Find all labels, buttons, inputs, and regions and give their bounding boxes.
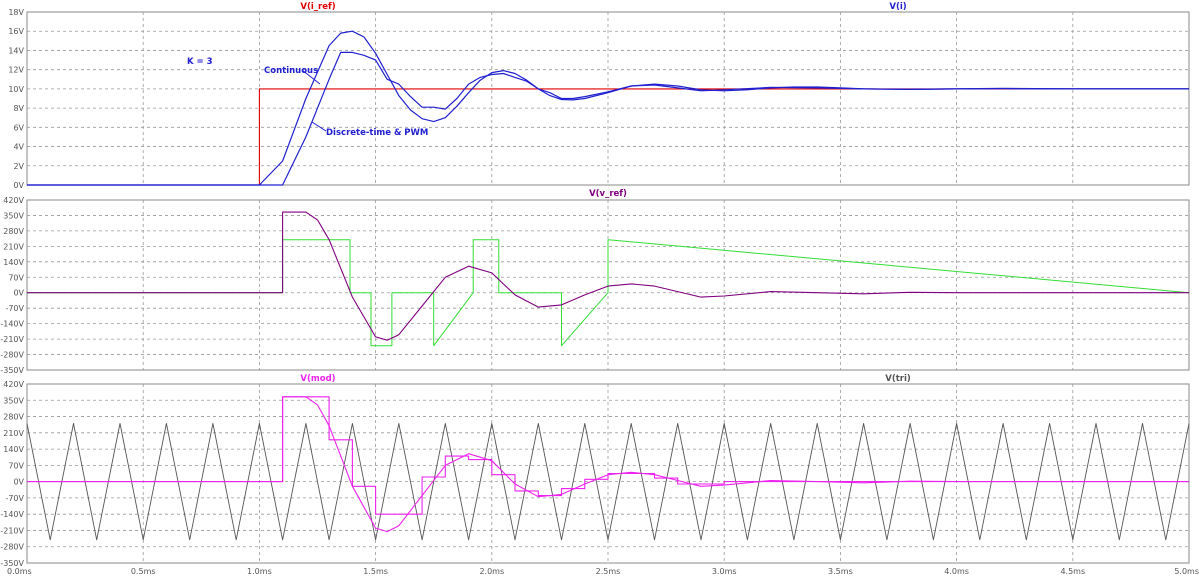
y-tick-label: 70V	[8, 461, 24, 470]
y-tick-label: -70V	[5, 304, 24, 313]
y-tick-label: -280V	[0, 351, 24, 360]
y-tick-label: 280V	[3, 227, 24, 236]
x-tick-label: 2.0ms	[479, 567, 504, 576]
y-tick-label: 0V	[13, 289, 24, 298]
x-tick-label: 0.0ms	[7, 567, 32, 576]
title-tri[interactable]: V(tri)	[885, 374, 911, 384]
chart-svg: 0V 2V 4V 6V 8V 10V 12V 14V 16V 18V -350V -280V -210V…	[0, 2, 1199, 576]
title-mod[interactable]: V(mod)	[300, 374, 335, 384]
y-tick-label: -140V	[0, 320, 24, 329]
title-i[interactable]: V(i)	[889, 2, 906, 12]
x-tick-label: 4.5ms	[1060, 567, 1085, 576]
y-tick-label: 18V	[8, 8, 24, 17]
annotation-discrete: Discrete-time & PWM	[326, 128, 428, 138]
y-tick-label: 16V	[8, 27, 24, 36]
x-tick-label: 1.0ms	[247, 567, 272, 576]
y-tick-label: -140V	[0, 510, 24, 519]
y-tick-label: -70V	[5, 494, 24, 503]
y-tick-label: 0V	[13, 181, 24, 190]
y-tick-label: 350V	[3, 396, 24, 405]
y-tick-label: -210V	[0, 335, 24, 344]
y-tick-label: 4V	[13, 143, 24, 152]
x-tick-label: 2.5ms	[596, 567, 621, 576]
y-tick-label: 6V	[13, 123, 24, 132]
x-tick-label: 5.0ms	[1174, 567, 1199, 576]
y-tick-label: 140V	[3, 258, 24, 267]
y-tick-label: 12V	[8, 66, 24, 75]
y-tick-label: -210V	[0, 526, 24, 535]
y-tick-label: 140V	[3, 445, 24, 454]
y-tick-label: 210V	[3, 242, 24, 251]
title-v-ref[interactable]: V(v_ref)	[589, 189, 627, 199]
x-tick-label: 3.5ms	[828, 567, 853, 576]
x-tick-label: 4.0ms	[944, 567, 969, 576]
x-tick-label: 1.5ms	[363, 567, 388, 576]
annotation-continuous: Continuous	[264, 66, 318, 76]
y-tick-label: 420V	[3, 196, 24, 205]
y-tick-label: 0V	[13, 478, 24, 487]
annotation-gain: K = 3	[187, 57, 213, 67]
y-tick-label: 350V	[3, 211, 24, 220]
y-tick-label: -350V	[0, 366, 24, 375]
y-tick-label: 14V	[8, 46, 24, 55]
waveform-viewer: 0V 2V 4V 6V 8V 10V 12V 14V 16V 18V -350V -280V -210V…	[0, 0, 1200, 577]
x-tick-label: 3.0ms	[712, 567, 737, 576]
y-tick-label: 2V	[13, 162, 24, 171]
y-tick-label: 210V	[3, 429, 24, 438]
y-tick-label: 8V	[13, 104, 24, 113]
x-tick-label: 0.5ms	[131, 567, 156, 576]
y-tick-label: -280V	[0, 543, 24, 552]
title-i-ref[interactable]: V(i_ref)	[300, 2, 335, 12]
y-tick-label: 10V	[8, 85, 24, 94]
y-tick-label: 280V	[3, 413, 24, 422]
y-tick-label: 420V	[3, 380, 24, 389]
y-tick-label: 70V	[8, 273, 24, 282]
